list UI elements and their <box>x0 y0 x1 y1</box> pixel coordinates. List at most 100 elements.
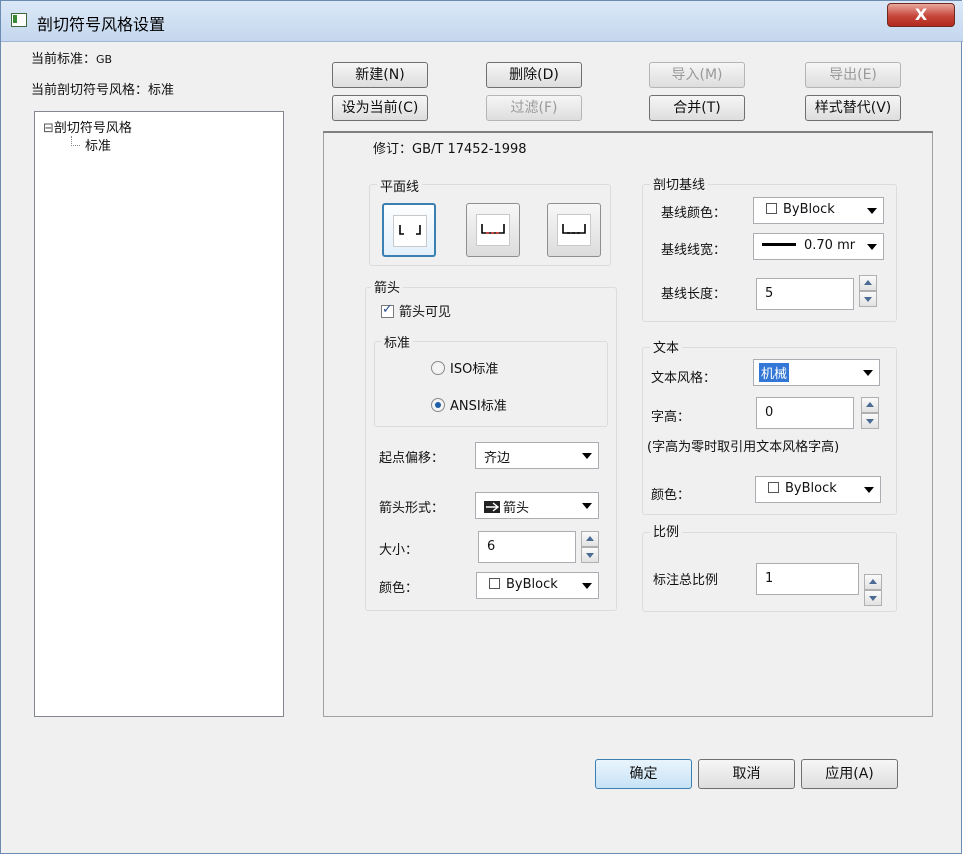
style-tree[interactable]: ⊟剖切符号风格 标准 <box>34 111 284 717</box>
ansi-standard-radio[interactable] <box>431 398 445 412</box>
chevron-down-icon <box>582 453 592 459</box>
arrow-form-label: 箭头形式： <box>379 501 445 516</box>
arrow-visible-label: 箭头可见 <box>399 305 452 320</box>
arrow-size-value: 6 <box>487 539 496 554</box>
arrow-color-label: 颜色： <box>379 581 419 596</box>
plane-line-style-2-icon <box>481 224 505 234</box>
tree-child-item[interactable]: 标准 <box>85 135 111 154</box>
text-style-value: 机械 <box>759 363 790 382</box>
spin-up-icon[interactable] <box>861 397 879 413</box>
plane-line-style-3-button[interactable] <box>547 203 601 257</box>
ansi-standard-label: ANSI标准 <box>450 399 507 414</box>
text-height-label: 字高： <box>651 410 691 425</box>
total-scale-input[interactable]: 1 <box>756 563 859 595</box>
current-style-value: 标准 <box>148 83 175 98</box>
filter-button[interactable]: 过滤(F) <box>486 95 582 121</box>
merge-button[interactable]: 合并(T) <box>649 95 745 121</box>
baseline-width-select[interactable]: 0.70 mr <box>753 233 884 260</box>
text-color-select[interactable]: ByBlock <box>755 476 881 503</box>
start-offset-value: 齐边 <box>484 451 511 466</box>
current-standard-value: GB <box>96 53 113 66</box>
arrow-form-value: 箭头 <box>503 501 530 516</box>
start-offset-label: 起点偏移： <box>379 451 445 466</box>
title-bar[interactable]: 剖切符号风格设置 X <box>1 1 963 42</box>
dialog-window: 剖切符号风格设置 X 当前标准：GB 当前剖切符号风格：标准 ⊟剖切符号风格 标… <box>0 0 963 854</box>
baseline-color-select[interactable]: ByBlock <box>753 197 884 224</box>
tree-connector <box>71 136 80 146</box>
current-style-label: 当前剖切符号风格： <box>31 83 149 98</box>
text-style-select[interactable]: 机械 <box>753 359 880 386</box>
spin-down-icon[interactable] <box>859 291 877 307</box>
start-offset-select[interactable]: 齐边 <box>475 442 599 469</box>
delete-button[interactable]: 删除(D) <box>486 62 582 88</box>
plane-line-label: 平面线 <box>377 176 423 195</box>
arrow-size-spinner[interactable] <box>581 531 599 563</box>
window-title: 剖切符号风格设置 <box>37 15 166 34</box>
chevron-down-icon <box>867 208 877 214</box>
current-style: 当前剖切符号风格：标准 <box>31 79 174 98</box>
arrow-group-label: 箭头 <box>371 277 404 296</box>
text-color-value: ByBlock <box>785 481 837 496</box>
baseline-length-value: 5 <box>765 286 774 301</box>
current-standard: 当前标准：GB <box>31 48 112 67</box>
baseline-color-label: 基线颜色： <box>661 206 727 221</box>
text-group-label: 文本 <box>650 337 683 356</box>
spin-up-icon[interactable] <box>859 275 877 291</box>
scale-group-label: 比例 <box>650 521 683 540</box>
revision-label: 修订：GB/T 17452-1998 <box>373 142 527 157</box>
chevron-down-icon <box>863 370 873 376</box>
arrow-standard-group <box>374 341 608 427</box>
baseline-width-label: 基线线宽： <box>661 243 727 258</box>
spin-down-icon[interactable] <box>581 547 599 563</box>
baseline-width-value: 0.70 mr <box>804 238 856 253</box>
export-button[interactable]: 导出(E) <box>805 62 901 88</box>
plane-line-style-1-button[interactable] <box>382 203 436 257</box>
iso-standard-radio[interactable] <box>431 361 445 375</box>
app-icon <box>11 13 27 27</box>
baseline-length-label: 基线长度： <box>661 287 727 302</box>
baseline-color-value: ByBlock <box>783 202 835 217</box>
arrowhead-icon <box>484 501 500 513</box>
current-standard-label: 当前标准： <box>31 52 97 67</box>
chevron-down-icon <box>864 487 874 493</box>
tree-collapse-icon[interactable]: ⊟ <box>43 121 54 136</box>
line-weight-icon <box>762 243 796 246</box>
style-override-button[interactable]: 样式替代(V) <box>805 95 901 121</box>
baseline-length-spinner[interactable] <box>859 275 877 307</box>
text-style-label: 文本风格： <box>651 371 717 386</box>
chevron-down-icon <box>582 503 592 509</box>
tree-root-item[interactable]: ⊟剖切符号风格 <box>43 117 132 136</box>
arrow-color-select[interactable]: ByBlock <box>476 572 599 599</box>
new-button[interactable]: 新建(N) <box>332 62 428 88</box>
spin-up-icon[interactable] <box>864 574 882 590</box>
set-current-button[interactable]: 设为当前(C) <box>332 95 428 121</box>
iso-standard-label: ISO标准 <box>450 362 499 377</box>
plane-line-style-2-button[interactable] <box>466 203 520 257</box>
text-height-input[interactable]: 0 <box>756 397 854 429</box>
baseline-group-label: 剖切基线 <box>650 174 709 193</box>
ok-button[interactable]: 确定 <box>595 759 692 789</box>
arrow-size-input[interactable]: 6 <box>478 531 576 563</box>
color-swatch-icon <box>489 578 500 589</box>
baseline-length-input[interactable]: 5 <box>756 278 854 310</box>
arrow-form-select[interactable]: 箭头 <box>475 492 599 519</box>
chevron-down-icon <box>582 583 592 589</box>
total-scale-value: 1 <box>765 571 774 586</box>
close-button[interactable]: X <box>887 3 955 27</box>
spin-up-icon[interactable] <box>581 531 599 547</box>
import-button[interactable]: 导入(M) <box>649 62 745 88</box>
plane-line-style-3-icon <box>562 224 586 234</box>
spin-down-icon[interactable] <box>864 590 882 606</box>
apply-button[interactable]: 应用(A) <box>801 759 898 789</box>
chevron-down-icon <box>867 244 877 250</box>
total-scale-spinner[interactable] <box>864 574 882 606</box>
color-swatch-icon <box>766 203 777 214</box>
arrow-color-value: ByBlock <box>506 577 558 592</box>
cancel-button[interactable]: 取消 <box>698 759 795 789</box>
text-height-spinner[interactable] <box>861 397 879 429</box>
arrow-standard-label: 标准 <box>381 332 414 351</box>
spin-down-icon[interactable] <box>861 413 879 429</box>
arrow-visible-checkbox[interactable] <box>381 302 394 318</box>
panel-divider <box>323 131 933 133</box>
plane-line-style-1-icon <box>399 225 421 235</box>
